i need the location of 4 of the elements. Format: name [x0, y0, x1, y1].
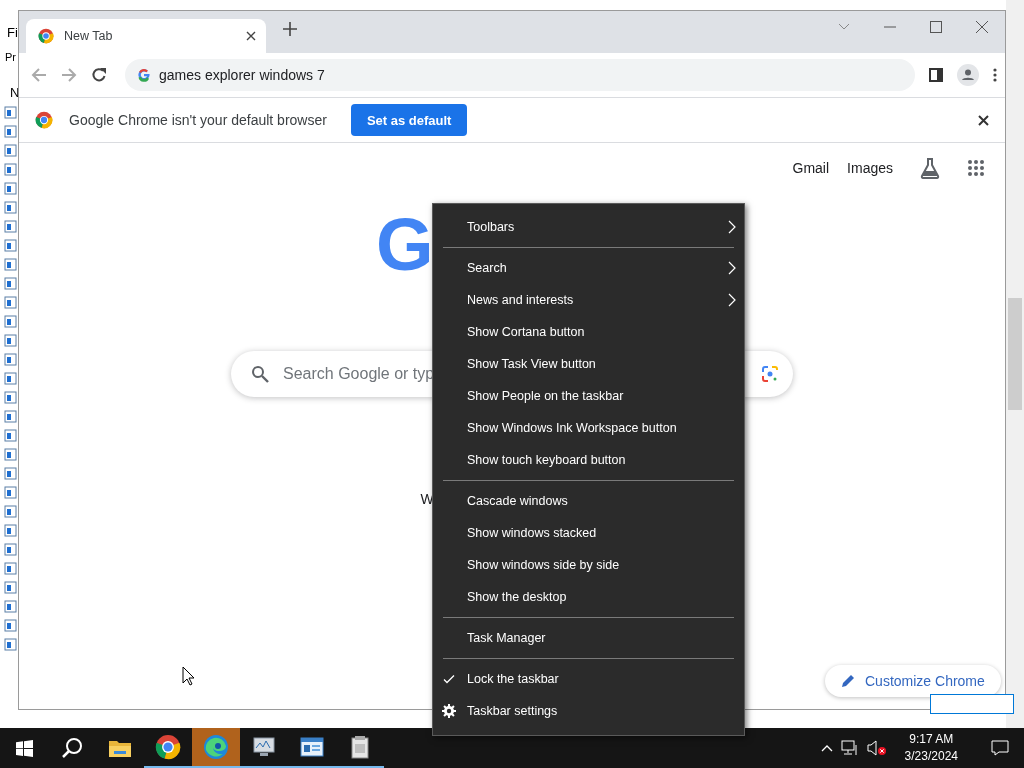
tab-title: New Tab: [64, 29, 114, 43]
column-header: N: [10, 85, 20, 100]
infobar-message: Google Chrome isn't your default browser: [69, 112, 327, 128]
google-logo: G: [376, 203, 434, 286]
